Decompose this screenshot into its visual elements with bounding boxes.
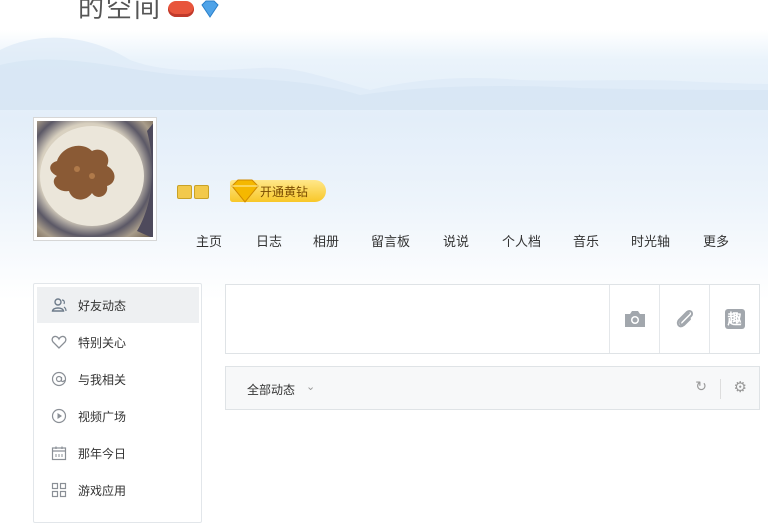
at-icon <box>50 370 68 388</box>
sidebar-item-on-this-day[interactable]: 那年今日 <box>37 435 199 471</box>
photo-button[interactable] <box>609 285 659 353</box>
sidebar-item-label: 那年今日 <box>78 446 127 461</box>
nav-item-timeline[interactable]: 时光轴 <box>631 231 670 250</box>
refresh-icon[interactable]: ↻ <box>695 379 707 395</box>
owner-name-text: 的空间 <box>78 0 163 24</box>
nav-item-album[interactable]: 相册 <box>313 231 339 250</box>
avatar-image <box>37 121 153 237</box>
apps-icon <box>50 481 68 499</box>
sidebar-item-video-plaza[interactable]: 视频广场 <box>37 398 199 434</box>
nav-item-shuoshuo[interactable]: 说说 <box>443 231 469 250</box>
nav-item-messageboard[interactable]: 留言板 <box>371 231 410 250</box>
vip-level-icons <box>177 185 209 199</box>
nav-item-more[interactable]: 更多 <box>703 231 729 250</box>
crown-icon <box>194 185 209 199</box>
composer-tools: 趣 <box>609 285 759 353</box>
main-nav: 主页 日志 相册 留言板 说说 个人档 音乐 时光轴 更多 <box>0 231 768 251</box>
level-badge-icon[interactable] <box>168 0 195 17</box>
sidebar-item-special-care[interactable]: 特别关心 <box>37 324 199 360</box>
crown-icon <box>177 185 192 199</box>
yellow-diamond-icon <box>231 179 259 203</box>
diamond-badge-icon[interactable] <box>200 0 220 18</box>
sidebar-item-friend-feed[interactable]: 好友动态 <box>37 287 199 323</box>
divider <box>720 379 721 399</box>
nav-item-music[interactable]: 音乐 <box>573 231 599 250</box>
calendar-icon <box>50 444 68 462</box>
open-yellow-diamond-button[interactable]: 开通黄钻 <box>230 179 326 203</box>
play-icon <box>50 407 68 425</box>
nav-item-profile[interactable]: 个人档 <box>502 231 541 250</box>
sidebar-item-label: 好友动态 <box>78 298 127 313</box>
heart-icon <box>50 333 68 351</box>
nav-item-home[interactable]: 主页 <box>196 231 222 250</box>
gear-icon[interactable]: ⚙ <box>734 378 747 396</box>
friends-icon <box>50 296 68 314</box>
sidebar-item-related-to-me[interactable]: 与我相关 <box>37 361 199 397</box>
sidebar-item-label: 游戏应用 <box>78 483 127 498</box>
feed-filter-select[interactable]: 全部动态 <box>247 381 295 398</box>
sidebar-item-games-apps[interactable]: 游戏应用 <box>37 472 199 508</box>
fun-glyph: 趣 <box>727 312 742 328</box>
nav-item-blog[interactable]: 日志 <box>256 231 282 250</box>
fun-button[interactable]: 趣 <box>709 285 759 353</box>
space-owner-title: 的空间 <box>78 0 220 25</box>
sidebar-item-label: 与我相关 <box>78 372 127 387</box>
camera-icon <box>624 311 645 327</box>
sidebar: 好友动态 特别关心 与我相关 视频广场 那年今日 游戏应用 <box>33 283 202 523</box>
attachment-icon <box>676 309 693 328</box>
sidebar-item-label: 视频广场 <box>78 409 127 424</box>
status-composer[interactable]: 趣 <box>225 284 760 354</box>
sidebar-item-label: 特别关心 <box>78 335 127 350</box>
cloud-decoration <box>0 37 768 110</box>
open-yellow-diamond-label: 开通黄钻 <box>260 184 309 199</box>
feed-filter-bar: 全部动态 ⌄ ↻ ⚙ <box>225 366 760 410</box>
attachment-button[interactable] <box>659 285 709 353</box>
chevron-down-icon[interactable]: ⌄ <box>306 380 315 393</box>
avatar[interactable] <box>33 117 157 241</box>
